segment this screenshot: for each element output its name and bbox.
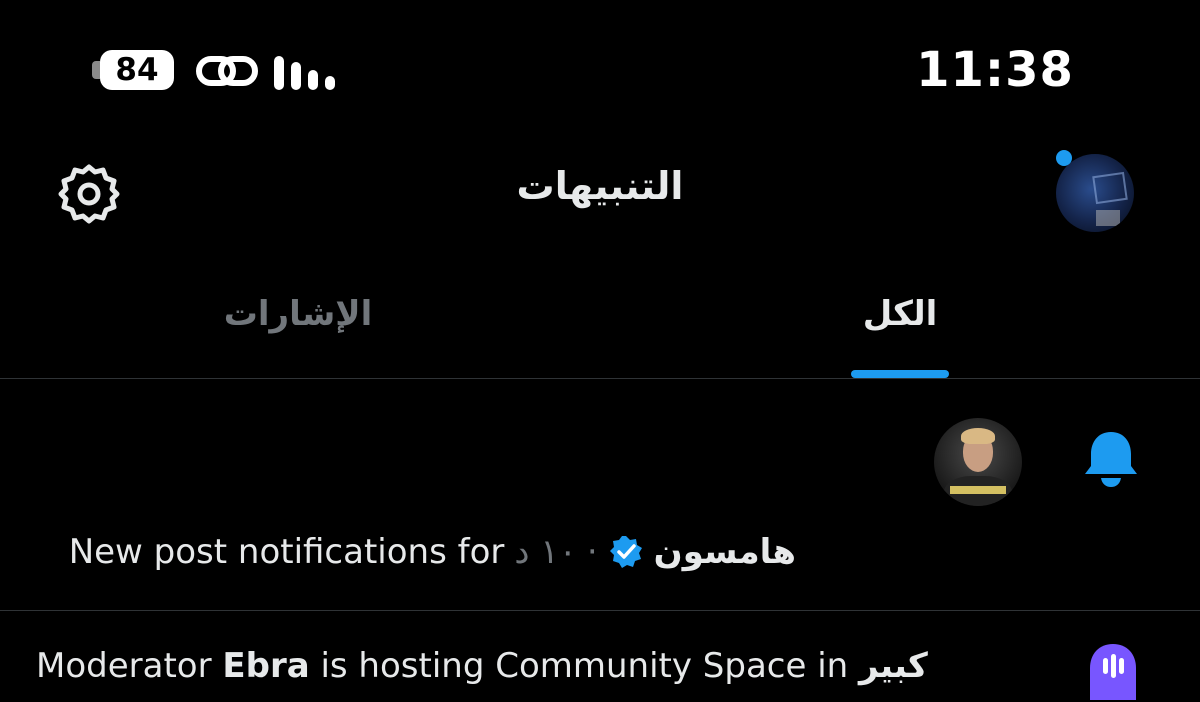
profile-avatar-button[interactable] <box>1052 148 1136 238</box>
avatar-detail <box>1096 210 1120 226</box>
signal-strength-icon <box>274 48 338 90</box>
notification-text[interactable]: New post notifications for ١٠ د · هامسون <box>69 532 796 572</box>
avatar <box>1056 154 1134 232</box>
active-tab-indicator <box>851 370 949 378</box>
link-icon <box>196 56 258 86</box>
notification-prefix: Moderator <box>36 646 223 686</box>
battery-level: 84 <box>100 50 174 90</box>
avatar-detail <box>1092 171 1128 205</box>
actor-avatar[interactable] <box>934 418 1022 506</box>
settings-gear-icon[interactable] <box>58 163 120 225</box>
battery-indicator: 84 <box>92 50 180 90</box>
battery-nub <box>92 61 100 79</box>
separator-dot: · <box>586 532 598 572</box>
bell-icon <box>1085 432 1137 487</box>
tab-all[interactable]: الكل <box>820 294 980 334</box>
avatar-detail <box>950 486 1006 494</box>
unread-dot <box>1056 150 1072 166</box>
spaces-icon <box>1090 644 1136 700</box>
status-time: 11:38 <box>916 42 1074 98</box>
notification-text[interactable]: Moderator Ebra is hosting Community Spac… <box>36 646 928 686</box>
verified-badge-icon <box>609 536 642 568</box>
avatar-detail <box>961 428 995 444</box>
notification-user-name[interactable]: هامسون <box>654 532 796 572</box>
notification-message: New post notifications for <box>68 532 505 572</box>
notification-divider <box>0 610 1200 611</box>
page-title: التنبيهات <box>516 164 684 208</box>
tabs-divider <box>0 378 1200 379</box>
moderator-name[interactable]: Ebra <box>222 646 309 686</box>
tab-mentions[interactable]: الإشارات <box>198 294 398 334</box>
notification-time: ١٠ د <box>514 532 577 572</box>
community-name[interactable]: كبير <box>859 646 928 686</box>
notification-message: is hosting Community Space in <box>309 646 860 686</box>
